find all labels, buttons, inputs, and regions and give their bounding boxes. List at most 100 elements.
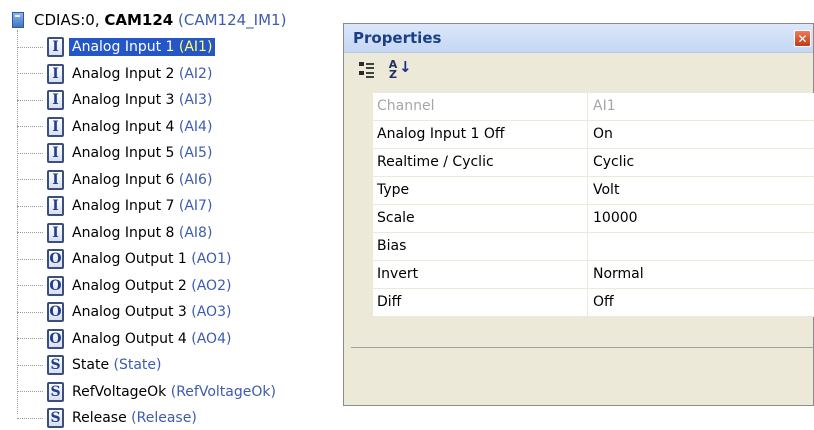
tree-item[interactable]: S State (State): [17, 353, 165, 377]
property-row[interactable]: Realtime / Cyclic Cyclic: [373, 149, 814, 177]
property-name: Analog Input 1 Off: [373, 121, 588, 149]
sort-az-icon[interactable]: AZ ↓: [386, 59, 412, 81]
tree-item-label: Analog Input 3 (AI3): [69, 91, 215, 109]
property-description-pane: [351, 347, 814, 406]
tree-item-label: Analog Output 2 (AO2): [69, 277, 234, 295]
property-value[interactable]: 10000: [588, 205, 814, 233]
tree-item-id: (AO2): [191, 277, 232, 294]
tree-item[interactable]: I Analog Input 1 (AI1): [17, 35, 216, 59]
tree-branch-line: [17, 417, 43, 419]
property-value[interactable]: [588, 233, 814, 261]
tree-item[interactable]: I Analog Input 5 (AI5): [17, 141, 215, 165]
close-icon[interactable]: ✕: [794, 30, 811, 47]
output-channel-icon: O: [47, 249, 64, 269]
property-row[interactable]: Analog Input 1 Off On: [373, 121, 814, 149]
tree-item-name: Analog Output 3: [72, 304, 187, 320]
input-channel-icon: I: [47, 63, 64, 84]
tree-item[interactable]: O Analog Output 2 (AO2): [17, 274, 234, 298]
tree-item-name: Analog Output 4: [72, 330, 187, 347]
tree-item-name: Analog Input 8: [72, 224, 175, 241]
tree-branch-line: [17, 99, 43, 101]
tree-item-id: (AI4): [178, 118, 213, 135]
tree-item[interactable]: O Analog Output 4 (AO4): [17, 327, 234, 351]
status-channel-icon: S: [47, 408, 64, 428]
tree-item-label: Analog Input 5 (AI5): [69, 144, 215, 162]
property-grid-gutter: [344, 93, 373, 339]
tree-root-label: CDIAS:0, CAM124 (CAM124_IM1): [34, 11, 286, 29]
tree-item[interactable]: I Analog Input 2 (AI2): [17, 62, 215, 86]
tree-item-id: (AI8): [178, 224, 213, 241]
property-value[interactable]: AI1: [588, 93, 814, 121]
output-channel-icon: O: [47, 328, 64, 349]
tree-item-id: (AO4): [191, 330, 232, 347]
tree-item[interactable]: I Analog Input 8 (AI8): [17, 221, 215, 245]
property-value[interactable]: Normal: [588, 261, 814, 289]
status-channel-icon: S: [47, 355, 64, 375]
property-name: Channel: [373, 93, 588, 121]
tree-item-label: Analog Input 2 (AI2): [69, 65, 215, 83]
device-icon: [12, 12, 24, 28]
tree-item[interactable]: I Analog Input 3 (AI3): [17, 88, 215, 112]
tree-item-label: Analog Input 8 (AI8): [69, 224, 215, 242]
input-channel-icon: I: [47, 37, 64, 57]
property-value[interactable]: Cyclic: [588, 149, 814, 177]
tree-item[interactable]: O Analog Output 3 (AO3): [17, 300, 234, 324]
tree-item[interactable]: I Analog Input 6 (AI6): [17, 168, 215, 192]
tree-item-label: Analog Output 4 (AO4): [69, 330, 234, 348]
property-row[interactable]: Channel AI1: [373, 93, 814, 121]
tree-item-name: Release: [72, 410, 127, 426]
tree-branch-line: [17, 46, 43, 48]
tree-item-id: (AI6): [178, 171, 213, 188]
tree-item-id: (RefVoltageOk): [170, 383, 276, 400]
input-channel-icon: I: [47, 169, 64, 190]
tree-item[interactable]: I Analog Input 4 (AI4): [17, 115, 215, 139]
tree-item[interactable]: S RefVoltageOk (RefVoltageOk): [17, 380, 279, 404]
input-channel-icon: I: [47, 90, 64, 110]
tree-item-name: Analog Input 7: [72, 198, 175, 214]
tree-item-id: (State): [113, 357, 162, 373]
tree-branch-line: [17, 285, 43, 286]
tree-item[interactable]: I Analog Input 7 (AI7): [17, 194, 215, 218]
sort-arrow-icon: ↓: [399, 58, 412, 76]
categorized-icon[interactable]: [357, 59, 379, 81]
tree-item-name: Analog Input 3: [72, 92, 175, 108]
property-value[interactable]: On: [588, 121, 814, 149]
tree-root[interactable]: CDIAS:0, CAM124 (CAM124_IM1): [12, 9, 286, 31]
tree-item-id: (Release): [131, 410, 197, 426]
tree-item[interactable]: O Analog Output 1 (AO1): [17, 247, 234, 271]
property-row[interactable]: Diff Off: [373, 289, 814, 317]
tree-item-name: Analog Output 2: [72, 277, 187, 294]
tree-item-name: Analog Output 1: [72, 251, 187, 267]
property-name: Realtime / Cyclic: [373, 149, 588, 177]
property-row[interactable]: Invert Normal: [373, 261, 814, 289]
tree-item-name: RefVoltageOk: [72, 383, 167, 400]
tree-item-id: (AI2): [178, 65, 213, 82]
property-value[interactable]: Off: [588, 289, 814, 317]
root-name: CAM124: [104, 11, 174, 29]
tree-item-label: State (State): [69, 356, 165, 374]
property-value[interactable]: Volt: [588, 177, 814, 205]
property-name: Diff: [373, 289, 588, 317]
tree-branch-line: [17, 364, 43, 366]
tree-item-label: Analog Input 6 (AI6): [69, 171, 215, 189]
tree-branch-line: [17, 73, 43, 74]
input-channel-icon: I: [47, 116, 64, 137]
tree-item-id: (AO3): [191, 304, 232, 320]
property-row[interactable]: Bias: [373, 233, 814, 261]
property-row[interactable]: Scale 10000: [373, 205, 814, 233]
tree-item-label: Release (Release): [69, 409, 200, 427]
input-channel-icon: I: [47, 196, 64, 216]
tree-item[interactable]: S Release (Release): [17, 406, 200, 430]
root-prefix: CDIAS:0,: [34, 11, 105, 29]
properties-title: Properties: [353, 29, 442, 47]
tree-item-id: (AI5): [178, 145, 213, 161]
tree-branch-line: [17, 126, 43, 127]
status-channel-icon: S: [47, 381, 64, 402]
properties-window: Properties ✕ AZ ↓ Channel AI1 Analog Input…: [343, 23, 814, 406]
properties-titlebar[interactable]: Properties ✕: [344, 24, 813, 53]
tree-item-id: (AI3): [178, 92, 213, 108]
property-row[interactable]: Type Volt: [373, 177, 814, 205]
property-name: Type: [373, 177, 588, 205]
tree-branch-line: [17, 311, 43, 313]
root-id: (CAM124_IM1): [178, 11, 287, 29]
